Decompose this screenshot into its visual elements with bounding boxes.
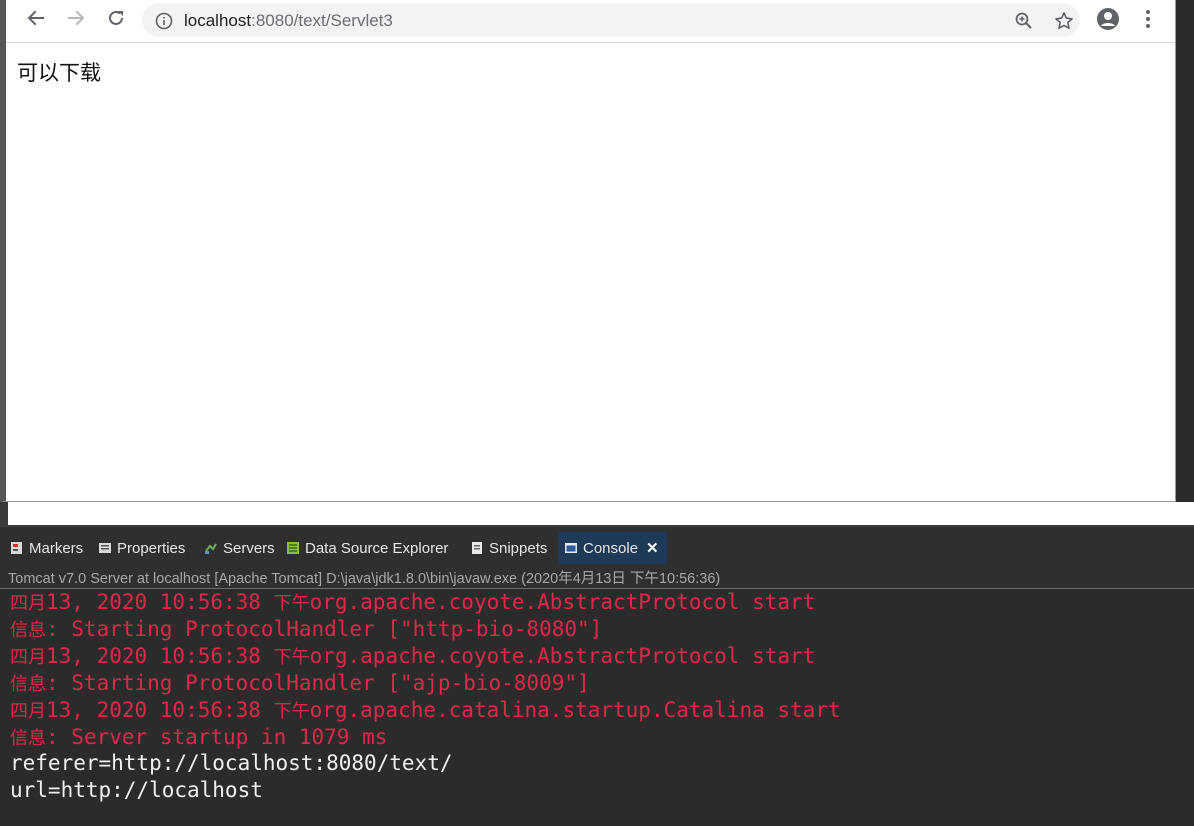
reload-icon: [106, 8, 126, 33]
tab-data-source-explorer[interactable]: Data Source Explorer: [286, 532, 448, 564]
page-text: 可以下载: [17, 61, 101, 85]
url-path: :8080/text/Servlet3: [251, 11, 393, 30]
ide-panel: Markers Properties Servers Data Source E…: [0, 527, 1194, 826]
console-line: 信息: Server startup in 1079 ms: [10, 725, 388, 749]
console-line: url=http://localhost: [10, 778, 263, 802]
page-content: 可以下载: [6, 43, 1175, 501]
console-output[interactable]: 四月13, 2020 10:56:38 下午org.apache.coyote.…: [0, 589, 1194, 826]
console-line: 信息: Starting ProtocolHandler ["http-bio-…: [10, 617, 603, 641]
tab-properties[interactable]: Properties: [98, 532, 185, 564]
tab-servers[interactable]: Servers: [204, 532, 275, 564]
console-status-bar: Tomcat v7.0 Server at localhost [Apache …: [0, 564, 1194, 589]
tab-markers[interactable]: Markers: [10, 532, 83, 564]
menu-dots-icon: [1145, 9, 1151, 34]
menu-button[interactable]: [1135, 8, 1161, 34]
tab-label: Servers: [223, 539, 275, 557]
servers-icon: [204, 541, 218, 555]
close-icon[interactable]: ✕: [646, 539, 659, 557]
info-icon[interactable]: [153, 10, 175, 32]
data-source-icon: [286, 541, 300, 555]
tab-label: Markers: [29, 539, 84, 557]
console-line: 四月13, 2020 10:56:38 下午org.apache.coyote.…: [10, 644, 816, 668]
console-icon: [564, 541, 578, 555]
markers-icon: [10, 541, 24, 555]
console-status-text: Tomcat v7.0 Server at localhost [Apache …: [8, 571, 721, 587]
tab-snippets[interactable]: Snippets: [470, 532, 547, 564]
back-button[interactable]: [22, 7, 50, 33]
console-line: 信息: Starting ProtocolHandler ["ajp-bio-8…: [10, 671, 590, 695]
url-host: localhost: [184, 11, 252, 30]
address-bar[interactable]: localhost:8080/text/Servlet3: [142, 3, 1080, 37]
view-tabs: Markers Properties Servers Data Source E…: [0, 532, 1194, 564]
tab-label: Console: [583, 539, 639, 557]
tab-label: Data Source Explorer: [305, 539, 449, 557]
console-line: 四月13, 2020 10:56:38 下午org.apache.catalin…: [10, 698, 841, 722]
console-line: referer=http://localhost:8080/text/: [10, 751, 453, 775]
zoom-icon[interactable]: [1013, 10, 1035, 32]
tab-console[interactable]: Console ✕: [558, 532, 667, 564]
star-icon[interactable]: [1053, 10, 1075, 32]
console-line: 四月13, 2020 10:56:38 下午org.apache.coyote.…: [10, 590, 816, 614]
back-arrow-icon: [26, 8, 46, 33]
account-icon: [1096, 7, 1120, 36]
url-text[interactable]: localhost:8080/text/Servlet3: [184, 11, 393, 31]
tab-label: Properties: [117, 539, 186, 557]
tab-label: Snippets: [489, 539, 548, 557]
forward-button[interactable]: [62, 7, 90, 33]
properties-icon: [98, 541, 112, 555]
browser-window: localhost:8080/text/Servlet3 可以下载: [0, 0, 1176, 502]
browser-toolbar: localhost:8080/text/Servlet3: [6, 0, 1175, 43]
gap-edge: [0, 502, 8, 526]
reload-button[interactable]: [102, 7, 130, 33]
account-button[interactable]: [1095, 7, 1121, 36]
snippets-icon: [470, 541, 484, 555]
forward-arrow-icon: [66, 8, 86, 33]
